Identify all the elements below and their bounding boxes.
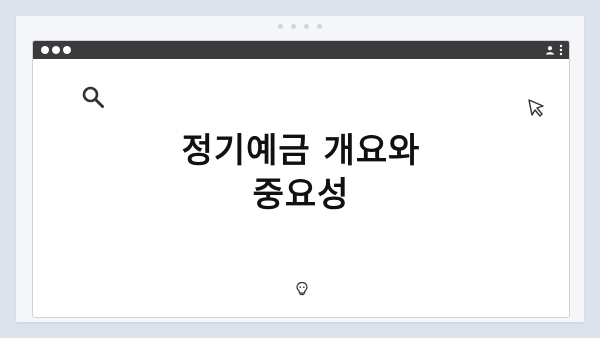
pagination-dot [304,24,309,29]
page-title: 정기예금 개요와 중요성 [33,129,569,217]
lightbulb-icon [295,281,309,301]
window-titlebar [33,41,569,59]
window-controls [41,46,74,54]
browser-window: 정기예금 개요와 중요성 [32,40,570,318]
pagination-dot [278,24,283,29]
kebab-menu-icon[interactable] [559,44,563,56]
pagination-dot [291,24,296,29]
page-title-line-2: 중요성 [252,175,350,215]
titlebar-actions [545,44,563,56]
search-icon [81,85,105,113]
pagination-dots [0,24,600,29]
close-window-button[interactable] [41,46,49,54]
pagination-dot [317,24,322,29]
cursor-icon [527,98,547,122]
page-background: 정기예금 개요와 중요성 [0,0,600,338]
user-icon[interactable] [545,45,555,55]
minimize-window-button[interactable] [52,46,60,54]
page-title-line-1: 정기예금 개요와 [181,131,421,171]
maximize-window-button[interactable] [63,46,71,54]
